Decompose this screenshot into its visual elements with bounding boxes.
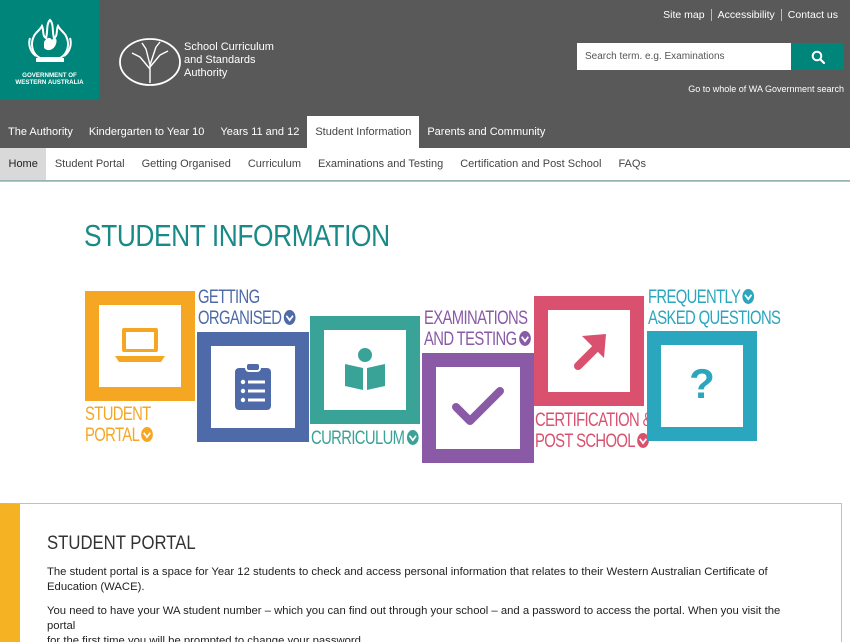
chevron-down-icon xyxy=(742,289,755,304)
tile-certification-line1: CERTIFICATION & xyxy=(535,410,653,431)
chevron-down-icon xyxy=(518,331,531,346)
gov-logo-line2: WESTERN AUSTRALIA xyxy=(15,79,84,86)
search-icon xyxy=(811,50,825,64)
clipboard-icon xyxy=(235,362,271,410)
nav-years-11-and-12[interactable]: Years 11 and 12 xyxy=(212,116,307,148)
site-map-link[interactable]: Site map xyxy=(657,9,710,21)
nav-divider xyxy=(0,180,850,182)
tile-getting-organised-label[interactable]: GETTING ORGANISED xyxy=(198,287,296,329)
tile-getting-organised-line2: ORGANISED xyxy=(198,308,282,329)
scsa-tree-logo-icon[interactable] xyxy=(118,37,182,87)
chevron-down-icon xyxy=(406,430,419,445)
site-header: GOVERNMENT OF WESTERN AUSTRALIA School C… xyxy=(0,0,850,116)
subnav-getting-organised[interactable]: Getting Organised xyxy=(133,148,239,180)
tile-curriculum[interactable] xyxy=(310,316,420,424)
tile-examinations[interactable] xyxy=(422,353,534,463)
paragraph-1-line1: The student portal is a space for Year 1… xyxy=(47,566,768,578)
tile-examinations-label[interactable]: EXAMINATIONS AND TESTING xyxy=(424,308,531,350)
portal-paragraph-1: The student portal is a space for Year 1… xyxy=(47,565,807,595)
crest-icon xyxy=(28,18,72,62)
tile-certification-line2: POST SCHOOL xyxy=(535,431,636,452)
chevron-down-icon xyxy=(283,310,296,325)
nav-student-information[interactable]: Student Information xyxy=(307,116,420,148)
tile-curriculum-line1: CURRICULUM xyxy=(311,428,405,449)
nav-parents-and-community[interactable]: Parents and Community xyxy=(419,116,553,148)
tile-student-portal-line1: STUDENT xyxy=(85,404,151,425)
primary-nav: The Authority Kindergarten to Year 10 Ye… xyxy=(0,116,850,148)
tile-faqs[interactable]: ? xyxy=(647,331,757,441)
organisation-name[interactable]: School Curriculum and Standards Authorit… xyxy=(184,41,274,80)
checkmark-icon xyxy=(452,387,504,425)
tile-examinations-line2: AND TESTING xyxy=(424,329,517,350)
section-heading: STUDENT PORTAL xyxy=(47,533,196,554)
paragraph-2-line2: for the first time you will be prompted … xyxy=(47,635,365,642)
wa-government-search-link[interactable]: Go to whole of WA Government search xyxy=(688,84,844,94)
tile-student-portal-label[interactable]: STUDENT PORTAL xyxy=(85,404,154,446)
portal-paragraph-2: You need to have your WA student number … xyxy=(47,604,807,642)
page: GOVERNMENT OF WESTERN AUSTRALIA School C… xyxy=(0,0,850,642)
subnav-home[interactable]: Home xyxy=(0,148,47,180)
arrow-up-right-icon xyxy=(574,334,606,370)
page-title: STUDENT INFORMATION xyxy=(84,218,390,253)
gov-logo-line1: GOVERNMENT OF xyxy=(22,72,77,79)
subnav-faqs[interactable]: FAQs xyxy=(610,148,655,180)
tile-certification-label[interactable]: CERTIFICATION & POST SCHOOL xyxy=(535,410,653,452)
chevron-down-icon xyxy=(141,427,154,442)
tile-student-portal[interactable] xyxy=(85,291,195,401)
tile-certification[interactable] xyxy=(534,296,644,406)
org-name-line3: Authority xyxy=(184,67,228,79)
subnav-examinations-and-testing[interactable]: Examinations and Testing xyxy=(310,148,452,180)
subnav-curriculum[interactable]: Curriculum xyxy=(239,148,309,180)
paragraph-2-line1: You need to have your WA student number … xyxy=(47,605,781,632)
nav-kindergarten-to-year-10[interactable]: Kindergarten to Year 10 xyxy=(81,116,213,148)
tile-faqs-line1: FREQUENTLY xyxy=(648,287,741,308)
subnav-student-portal[interactable]: Student Portal xyxy=(46,148,133,180)
tile-faqs-label[interactable]: FREQUENTLY ASKED QUESTIONS xyxy=(648,287,781,329)
tile-getting-organised[interactable] xyxy=(197,332,309,442)
accessibility-link[interactable]: Accessibility xyxy=(710,9,781,21)
reader-icon xyxy=(345,348,385,390)
tile-curriculum-label[interactable]: CURRICULUM xyxy=(311,428,419,449)
search-input[interactable]: Search term. e.g. Examinations xyxy=(577,43,792,70)
paragraph-1-line2: Education (WACE). xyxy=(47,581,145,593)
tile-examinations-line1: EXAMINATIONS xyxy=(424,308,528,329)
org-name-line1: School Curriculum xyxy=(184,41,274,53)
tile-student-portal-line2: PORTAL xyxy=(85,425,140,446)
subnav-certification-and-post-school[interactable]: Certification and Post School xyxy=(452,148,610,180)
utility-links: Site map Accessibility Contact us xyxy=(657,9,844,21)
tile-getting-organised-line1: GETTING xyxy=(198,287,260,308)
question-mark-icon: ? xyxy=(689,360,715,407)
tile-faqs-line2: ASKED QUESTIONS xyxy=(648,308,781,329)
search-button[interactable] xyxy=(791,43,844,70)
nav-the-authority[interactable]: The Authority xyxy=(0,116,81,148)
secondary-nav: Home Student Portal Getting Organised Cu… xyxy=(0,148,850,181)
contact-us-link[interactable]: Contact us xyxy=(780,9,844,21)
laptop-icon xyxy=(115,328,165,362)
org-name-line2: and Standards xyxy=(184,54,256,66)
government-of-wa-logo[interactable]: GOVERNMENT OF WESTERN AUSTRALIA xyxy=(0,0,99,100)
